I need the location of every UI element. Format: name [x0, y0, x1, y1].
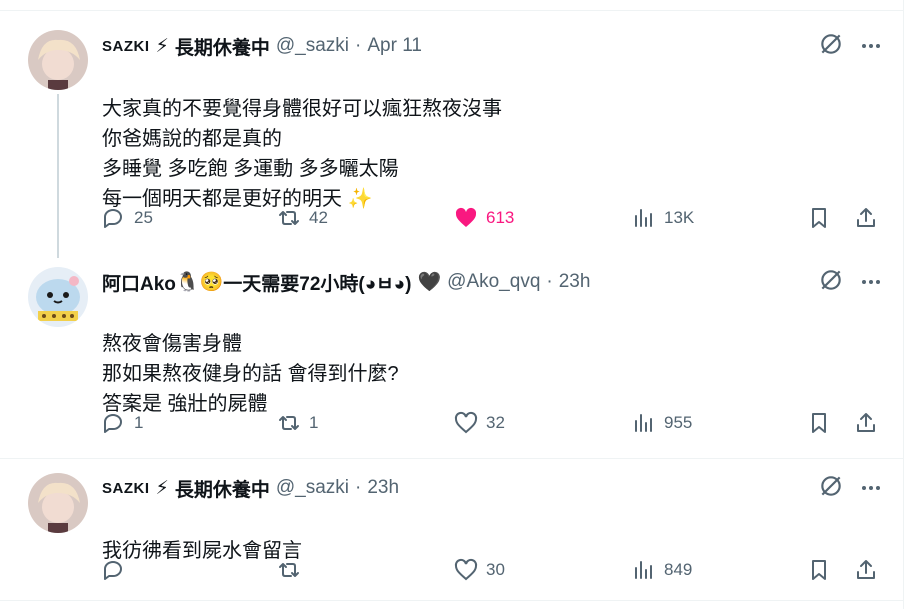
heart-filled-icon	[455, 207, 477, 227]
avatar[interactable]	[28, 267, 88, 327]
retweet-count: 42	[309, 208, 328, 227]
views-button[interactable]: 13K	[632, 203, 694, 233]
more-icon[interactable]	[862, 44, 880, 48]
view-count: 13K	[664, 208, 695, 227]
like-button[interactable]: 613	[454, 203, 514, 233]
bookmark-icon	[812, 413, 826, 433]
reply-button[interactable]	[102, 555, 134, 585]
handle[interactable]: @Ako_qvq	[447, 271, 540, 293]
heart-icon	[454, 558, 478, 581]
bookmark-icon	[812, 208, 826, 228]
tweet-menu	[818, 267, 880, 297]
retweet-button[interactable]	[277, 555, 309, 585]
share-icon	[857, 413, 875, 432]
pleading-face-icon: 🥺	[199, 272, 224, 293]
like-count: 613	[486, 208, 515, 227]
separator: ·	[355, 35, 362, 56]
action-bar: 30 849	[102, 555, 882, 585]
display-name-prefix[interactable]: SAZKI	[102, 480, 150, 497]
retweet-icon	[279, 563, 299, 577]
bookmark-icon	[812, 560, 826, 580]
grok-icon[interactable]	[818, 267, 844, 298]
like-count: 32	[486, 413, 505, 432]
reply-count: 1	[134, 413, 144, 432]
tweet-menu	[818, 31, 880, 61]
share-icon	[857, 208, 875, 227]
separator: ·	[546, 271, 553, 292]
like-button[interactable]: 32	[454, 408, 505, 438]
view-count: 955	[664, 413, 693, 432]
bookmark-button[interactable]	[807, 408, 831, 438]
bottom-divider	[0, 600, 904, 601]
tweet-header: SAZKI ⚡ 長期休養中 @_sazki · Apr 11	[102, 33, 422, 59]
tweet-text-content: 熬夜會傷害身體 那如果熬夜健身的話 會得到什麼? 答案是 強壯的屍體	[102, 333, 399, 415]
retweet-button[interactable]: 42	[277, 203, 328, 233]
views-icon	[635, 414, 652, 432]
display-name[interactable]: 一天需要72小時(◕ㅂ◕)	[223, 269, 411, 296]
action-bar: 1 1 32 955	[102, 408, 882, 438]
penguin-icon: 🐧	[175, 272, 200, 293]
tweet-text-content: 大家真的不要覺得身體很好可以瘋狂熬夜沒事 你爸媽說的都是真的 多睡覺 多吃飽 多…	[102, 98, 502, 210]
timestamp[interactable]: 23h	[367, 477, 399, 499]
share-button[interactable]	[854, 555, 878, 585]
views-icon	[635, 561, 652, 579]
reply-icon	[104, 561, 122, 580]
reply-button[interactable]: 1	[102, 408, 143, 438]
separator: ·	[355, 477, 362, 498]
tweet-menu	[818, 473, 880, 503]
black-heart-icon: 🖤	[417, 272, 442, 293]
more-icon[interactable]	[862, 280, 880, 284]
tweet-header: SAZKI ⚡ 長期休養中 @_sazki · 23h	[102, 475, 399, 501]
share-button[interactable]	[854, 203, 878, 233]
views-button[interactable]: 955	[632, 408, 692, 438]
lightning-icon: ⚡	[155, 477, 169, 499]
views-icon	[635, 209, 652, 227]
top-divider	[0, 10, 904, 11]
bookmark-button[interactable]	[807, 203, 831, 233]
display-name-prefix[interactable]: 阿口Ako	[102, 269, 176, 296]
more-icon[interactable]	[862, 486, 880, 490]
heart-icon	[454, 411, 478, 434]
like-count: 30	[486, 560, 505, 579]
thread-line	[57, 94, 59, 258]
handle[interactable]: @_sazki	[276, 35, 349, 57]
grok-icon[interactable]	[818, 473, 844, 504]
tweet-text: 熬夜會傷害身體 那如果熬夜健身的話 會得到什麼? 答案是 強壯的屍體	[102, 299, 399, 419]
action-bar: 25 42 613 13K	[102, 203, 882, 233]
display-name-prefix[interactable]: SAZKI	[102, 38, 150, 55]
reply-button[interactable]: 25	[102, 203, 153, 233]
display-name[interactable]: 長期休養中	[175, 33, 270, 60]
display-name[interactable]: 長期休養中	[175, 475, 270, 502]
grok-icon[interactable]	[818, 31, 844, 62]
retweet-count: 1	[309, 413, 319, 432]
retweet-icon	[279, 211, 299, 225]
view-count: 849	[664, 560, 693, 579]
tweet-thread: SAZKI ⚡ 長期休養中 @_sazki · Apr 11 大家真的不要覺得身…	[0, 0, 904, 609]
avatar[interactable]	[28, 30, 88, 90]
bookmark-button[interactable]	[807, 555, 831, 585]
handle[interactable]: @_sazki	[276, 477, 349, 499]
reply-icon	[104, 414, 122, 433]
reply-icon	[104, 209, 122, 228]
avatar[interactable]	[28, 473, 88, 533]
timestamp[interactable]: 23h	[559, 271, 591, 293]
lightning-icon: ⚡	[155, 35, 169, 57]
tweet-header: 阿口Ako 🐧 🥺 一天需要72小時(◕ㅂ◕) 🖤 @Ako_qvq · 23h	[102, 269, 590, 295]
tweet-text: 大家真的不要覺得身體很好可以瘋狂熬夜沒事 你爸媽說的都是真的 多睡覺 多吃飽 多…	[102, 64, 502, 214]
divider	[0, 458, 904, 459]
share-button[interactable]	[854, 408, 878, 438]
retweet-icon	[279, 416, 299, 430]
reply-count: 25	[134, 208, 153, 227]
views-button[interactable]: 849	[632, 555, 692, 585]
like-button[interactable]: 30	[454, 555, 505, 585]
timestamp[interactable]: Apr 11	[367, 35, 422, 57]
share-icon	[857, 560, 875, 579]
retweet-button[interactable]: 1	[277, 408, 318, 438]
